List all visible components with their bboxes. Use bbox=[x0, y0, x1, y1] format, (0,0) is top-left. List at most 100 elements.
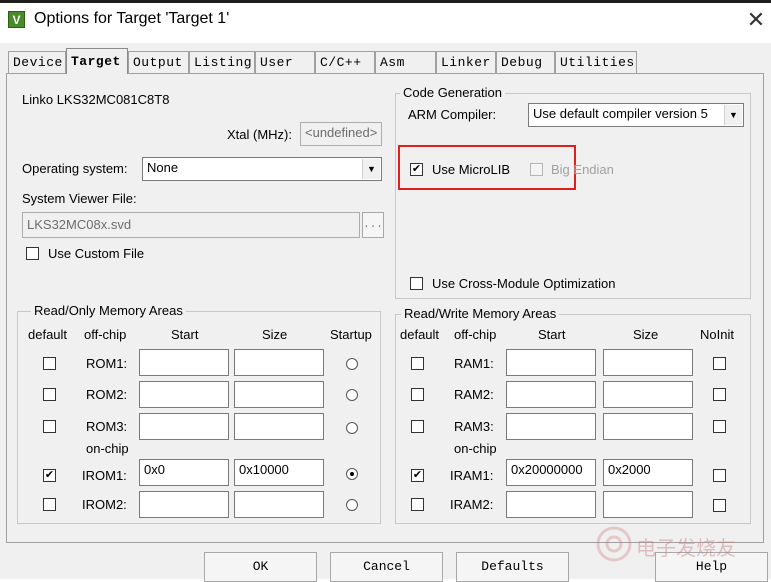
svd-label: System Viewer File: bbox=[22, 191, 137, 206]
iram1-default-checkbox[interactable]: ✔ bbox=[411, 469, 424, 482]
ram2-start-input[interactable] bbox=[506, 381, 596, 408]
iram2-default-checkbox[interactable] bbox=[411, 498, 424, 511]
big-endian-checkbox[interactable] bbox=[530, 163, 543, 176]
microlib-label: Use MicroLIB bbox=[432, 162, 511, 177]
chevron-down-icon[interactable]: ▼ bbox=[724, 105, 742, 125]
svd-input[interactable]: LKS32MC08x.svd bbox=[22, 212, 360, 238]
rom2-default-checkbox[interactable] bbox=[43, 388, 56, 401]
tab-debug[interactable]: Debug bbox=[496, 51, 555, 73]
rw-onchip-label: on-chip bbox=[454, 441, 497, 456]
tab-device[interactable]: Device bbox=[8, 51, 66, 73]
ram3-default-checkbox[interactable] bbox=[411, 420, 424, 433]
close-icon[interactable]: ✕ bbox=[744, 6, 768, 34]
rom2-size-input[interactable] bbox=[234, 381, 324, 408]
rom2-startup-radio[interactable] bbox=[346, 389, 358, 401]
app-icon: V bbox=[8, 11, 25, 28]
custom-file-checkbox[interactable] bbox=[26, 247, 39, 260]
cross-module-label: Use Cross-Module Optimization bbox=[432, 276, 616, 291]
irom1-startup-radio[interactable] bbox=[346, 468, 358, 480]
svd-browse-button[interactable]: ... bbox=[362, 212, 384, 238]
rw-header-start: Start bbox=[538, 327, 566, 342]
ram3-size-input[interactable] bbox=[603, 413, 693, 440]
ro-header-default: default bbox=[28, 327, 68, 342]
xtal-input[interactable]: <undefined> bbox=[300, 122, 382, 146]
microlib-checkbox[interactable]: ✔ bbox=[410, 163, 423, 176]
compiler-select[interactable]: Use default compiler version 5 ▼ bbox=[528, 103, 744, 127]
iram2-start-input[interactable] bbox=[506, 491, 596, 518]
rom3-startup-radio[interactable] bbox=[346, 422, 358, 434]
rw-header-offchip: off-chip bbox=[454, 327, 497, 342]
cancel-button[interactable]: Cancel bbox=[330, 552, 443, 582]
chevron-down-icon[interactable]: ▼ bbox=[362, 159, 380, 179]
irom1-start-input[interactable]: 0x0 bbox=[139, 459, 229, 486]
ro-header-size: Size bbox=[262, 327, 288, 342]
rom1-size-input[interactable] bbox=[234, 349, 324, 376]
big-endian-label: Big Endian bbox=[551, 162, 614, 177]
irom2-start-input[interactable] bbox=[139, 491, 229, 518]
ram3-start-input[interactable] bbox=[506, 413, 596, 440]
tab-cpp[interactable]: C/C++ bbox=[315, 51, 375, 73]
tab-asm[interactable]: Asm bbox=[375, 51, 436, 73]
rom3-size-input[interactable] bbox=[234, 413, 324, 440]
watermark-emblem-icon bbox=[596, 526, 632, 562]
tab-utilities[interactable]: Utilities bbox=[555, 51, 637, 73]
rom1-start-input[interactable] bbox=[139, 349, 229, 376]
tab-linker[interactable]: Linker bbox=[436, 51, 496, 73]
irom2-startup-radio[interactable] bbox=[346, 499, 358, 511]
compiler-label: ARM Compiler: bbox=[408, 107, 497, 122]
ram1-start-input[interactable] bbox=[506, 349, 596, 376]
ro-header-startup: Startup bbox=[330, 327, 372, 342]
device-name: Linko LKS32MC081C8T8 bbox=[22, 92, 170, 107]
rom1-default-checkbox[interactable] bbox=[43, 357, 56, 370]
os-label: Operating system: bbox=[22, 161, 128, 176]
rw-header-noinit: NoInit bbox=[700, 327, 734, 342]
irom1-default-checkbox[interactable]: ✔ bbox=[43, 469, 56, 482]
compiler-select-value: Use default compiler version 5 bbox=[533, 106, 708, 121]
ram2-noinit-checkbox[interactable] bbox=[713, 388, 726, 401]
ram3-noinit-checkbox[interactable] bbox=[713, 420, 726, 433]
iram1-size-input[interactable]: 0x2000 bbox=[603, 459, 693, 486]
ram2-size-input[interactable] bbox=[603, 381, 693, 408]
irom1-size-input[interactable]: 0x10000 bbox=[234, 459, 324, 486]
cross-module-checkbox[interactable] bbox=[410, 277, 423, 290]
custom-file-label: Use Custom File bbox=[48, 246, 145, 261]
code-generation-legend: Code Generation bbox=[400, 85, 506, 100]
tab-target[interactable]: Target bbox=[66, 48, 128, 74]
defaults-button[interactable]: Defaults bbox=[456, 552, 569, 582]
irom2-label: IROM2: bbox=[82, 497, 127, 512]
ram1-label: RAM1: bbox=[454, 356, 494, 371]
rom3-default-checkbox[interactable] bbox=[43, 420, 56, 433]
ram1-noinit-checkbox[interactable] bbox=[713, 357, 726, 370]
ram3-label: RAM3: bbox=[454, 419, 494, 434]
watermark-text: 电子发烧友 bbox=[636, 538, 736, 560]
iram1-noinit-checkbox[interactable] bbox=[713, 469, 726, 482]
tab-listing[interactable]: Listing bbox=[189, 51, 255, 73]
irom1-label: IROM1: bbox=[82, 468, 127, 483]
rom3-label: ROM3: bbox=[86, 419, 128, 434]
rom2-start-input[interactable] bbox=[139, 381, 229, 408]
ram2-label: RAM2: bbox=[454, 387, 494, 402]
ok-button[interactable]: OK bbox=[204, 552, 317, 582]
os-select[interactable]: None ▼ bbox=[142, 157, 382, 181]
iram2-label: IRAM2: bbox=[450, 497, 494, 512]
rom2-label: ROM2: bbox=[86, 387, 128, 402]
iram2-noinit-checkbox[interactable] bbox=[713, 499, 726, 512]
rw-header-size: Size bbox=[633, 327, 659, 342]
ram1-default-checkbox[interactable] bbox=[411, 357, 424, 370]
ro-header-offchip: off-chip bbox=[84, 327, 127, 342]
ram2-default-checkbox[interactable] bbox=[411, 388, 424, 401]
iram2-size-input[interactable] bbox=[603, 491, 693, 518]
irom2-default-checkbox[interactable] bbox=[43, 498, 56, 511]
ro-header-start: Start bbox=[171, 327, 199, 342]
ram1-size-input[interactable] bbox=[603, 349, 693, 376]
iram1-start-input[interactable]: 0x20000000 bbox=[506, 459, 596, 486]
rom1-startup-radio[interactable] bbox=[346, 358, 358, 370]
tab-output[interactable]: Output bbox=[128, 51, 189, 73]
rw-header-default: default bbox=[400, 327, 440, 342]
ro-memory-legend: Read/Only Memory Areas bbox=[31, 303, 186, 318]
rom3-start-input[interactable] bbox=[139, 413, 229, 440]
iram1-label: IRAM1: bbox=[450, 468, 494, 483]
ro-onchip-label: on-chip bbox=[86, 441, 129, 456]
tab-user[interactable]: User bbox=[255, 51, 315, 73]
irom2-size-input[interactable] bbox=[234, 491, 324, 518]
